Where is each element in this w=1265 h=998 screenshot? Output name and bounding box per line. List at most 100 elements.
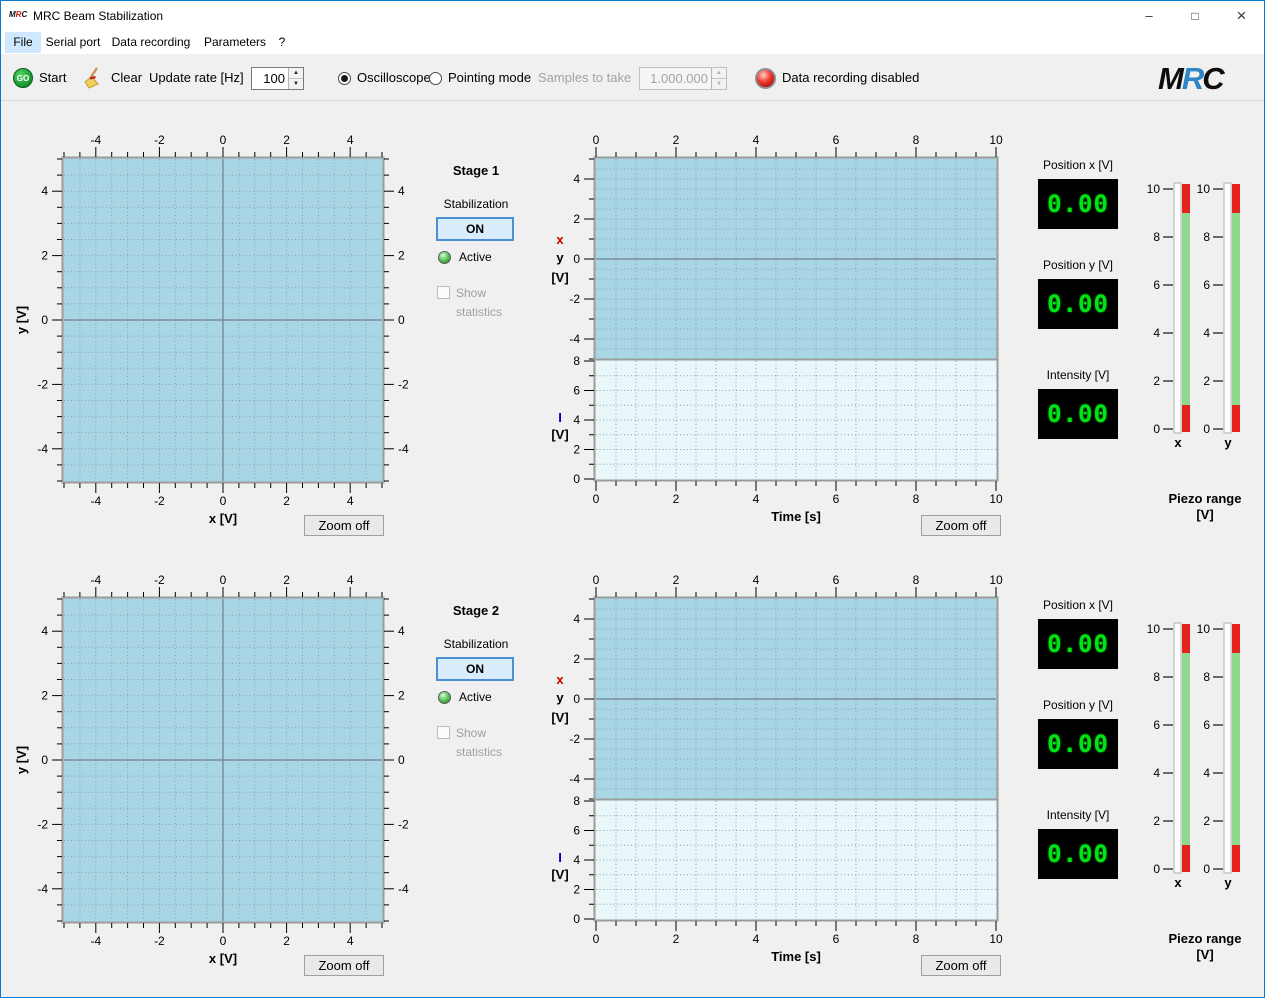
stage1-xy-zoom-off-button[interactable]: Zoom off xyxy=(304,515,384,536)
stage-2-section: -4-4-2-2002244-4-4-2-2002244x [V]y [V] Z… xyxy=(1,541,1265,981)
svg-text:2: 2 xyxy=(283,133,290,147)
menu-parameters[interactable]: Parameters xyxy=(199,32,271,53)
stage1-position-x-label: Position x [V] xyxy=(1013,158,1143,172)
svg-text:4: 4 xyxy=(1203,766,1210,780)
start-button[interactable]: Start xyxy=(39,70,66,85)
stage2-xy-plot[interactable]: -4-4-2-2002244-4-4-2-2002244x [V]y [V] xyxy=(11,556,421,973)
stage1-time-zoom-off-button[interactable]: Zoom off xyxy=(921,515,1001,536)
menu-data-recording[interactable]: Data recording xyxy=(105,32,197,53)
clear-button[interactable]: Clear xyxy=(111,70,142,85)
menu-bar: File Serial port Data recording Paramete… xyxy=(1,31,1264,54)
stage-1-section: -4-4-2-2002244-4-4-2-2002244x [V]y [V] Z… xyxy=(1,101,1265,541)
stage1-stabilization-on-button[interactable]: ON xyxy=(436,217,514,241)
stage2-piezo-range-title: Piezo range[V] xyxy=(1144,931,1265,963)
oscilloscope-radio[interactable] xyxy=(338,72,351,85)
start-icon[interactable]: GO xyxy=(13,68,33,88)
pointing-mode-radio[interactable] xyxy=(429,72,442,85)
svg-text:4: 4 xyxy=(1153,766,1160,780)
svg-text:10: 10 xyxy=(989,133,1003,147)
stage1-position-y-display: 0.00 xyxy=(1038,279,1118,329)
svg-text:6: 6 xyxy=(833,932,840,946)
svg-text:y [V]: y [V] xyxy=(14,746,29,774)
piezo-title-text: Piezo range xyxy=(1144,491,1265,507)
svg-text:8: 8 xyxy=(1203,670,1210,684)
stage2-xy-zoom-off-button[interactable]: Zoom off xyxy=(304,955,384,976)
stage2-time-zoom-off-button[interactable]: Zoom off xyxy=(921,955,1001,976)
svg-text:x [V]: x [V] xyxy=(209,951,237,966)
svg-text:0: 0 xyxy=(41,313,48,327)
main-area: -4-4-2-2002244-4-4-2-2002244x [V]y [V] Z… xyxy=(1,101,1264,997)
svg-text:6: 6 xyxy=(1203,718,1210,732)
oscilloscope-radio-label[interactable]: Oscilloscope xyxy=(357,70,431,85)
stage1-xy-time-plot[interactable]: 0246810-4-2024xy[V] xyxy=(536,116,1006,366)
svg-text:6: 6 xyxy=(833,133,840,147)
spin-down-icon[interactable]: ▼ xyxy=(289,79,303,89)
piezo-title-text: Piezo range xyxy=(1144,931,1265,947)
svg-text:4: 4 xyxy=(347,133,354,147)
stage2-position-x-label: Position x [V] xyxy=(1013,598,1143,612)
svg-text:-4: -4 xyxy=(90,133,101,147)
svg-text:8: 8 xyxy=(1153,230,1160,244)
menu-help[interactable]: ? xyxy=(273,32,291,53)
svg-text:2: 2 xyxy=(673,573,680,587)
samples-label: Samples to take xyxy=(538,70,631,85)
svg-text:0: 0 xyxy=(573,252,580,266)
stage2-intensity-time-plot[interactable]: 024681002468Time [s]I[V] xyxy=(536,786,1006,971)
svg-text:I: I xyxy=(558,850,562,865)
stage1-intensity-label: Intensity [V] xyxy=(1013,368,1143,382)
svg-text:[V]: [V] xyxy=(551,427,568,442)
minimize-button[interactable]: – xyxy=(1126,1,1172,31)
stage1-intensity-time-plot[interactable]: 024681002468Time [s]I[V] xyxy=(536,346,1006,531)
svg-text:[V]: [V] xyxy=(551,270,568,285)
maximize-button[interactable]: □ xyxy=(1172,1,1218,31)
svg-text:-4: -4 xyxy=(569,332,580,346)
stage1-xy-plot[interactable]: -4-4-2-2002244-4-4-2-2002244x [V]y [V] xyxy=(11,116,421,533)
svg-text:Time [s]: Time [s] xyxy=(771,949,821,964)
spin-down-icon: ▼ xyxy=(712,79,726,89)
svg-text:4: 4 xyxy=(753,492,760,506)
svg-text:-2: -2 xyxy=(398,817,409,831)
stage2-stabilization-on-button[interactable]: ON xyxy=(436,657,514,681)
spin-up-icon[interactable]: ▲ xyxy=(289,68,303,79)
svg-text:2: 2 xyxy=(398,249,405,263)
svg-text:-2: -2 xyxy=(569,732,580,746)
svg-text:0: 0 xyxy=(573,692,580,706)
menu-serial-port[interactable]: Serial port xyxy=(41,32,105,53)
svg-text:2: 2 xyxy=(1203,814,1210,828)
svg-text:-2: -2 xyxy=(154,133,165,147)
svg-text:10: 10 xyxy=(989,573,1003,587)
stage1-show-statistics-checkbox xyxy=(437,286,450,299)
stage2-stabilization-label: Stabilization xyxy=(421,637,531,651)
svg-text:2: 2 xyxy=(573,443,580,457)
window-title: MRC Beam Stabilization xyxy=(33,9,163,23)
svg-text:10: 10 xyxy=(1197,182,1211,196)
svg-text:2: 2 xyxy=(283,934,290,948)
svg-text:6: 6 xyxy=(1153,278,1160,292)
stage2-xy-time-plot[interactable]: 0246810-4-2024xy[V] xyxy=(536,556,1006,806)
update-rate-spinner[interactable]: 100 ▲▼ xyxy=(251,67,304,90)
svg-text:-2: -2 xyxy=(154,494,165,508)
svg-text:4: 4 xyxy=(1203,326,1210,340)
svg-text:-4: -4 xyxy=(90,494,101,508)
svg-text:4: 4 xyxy=(1153,326,1160,340)
svg-text:4: 4 xyxy=(573,612,580,626)
close-button[interactable]: × xyxy=(1218,1,1265,31)
svg-text:2: 2 xyxy=(673,492,680,506)
broom-icon[interactable] xyxy=(81,66,105,95)
stage2-active-label: Active xyxy=(459,690,492,704)
menu-file[interactable]: File xyxy=(5,32,41,53)
toolbar: GO Start Clear Update rate [Hz] 100 ▲▼ O… xyxy=(1,54,1264,101)
svg-text:x: x xyxy=(556,672,564,687)
stage2-position-y-display: 0.00 xyxy=(1038,719,1118,769)
samples-spinner: 1.000.000 ▲▼ xyxy=(639,67,727,90)
svg-text:2: 2 xyxy=(1203,374,1210,388)
stage2-show-statistics-label: Show statistics xyxy=(456,724,522,762)
svg-text:8: 8 xyxy=(1203,230,1210,244)
svg-text:2: 2 xyxy=(41,689,48,703)
svg-text:0: 0 xyxy=(398,313,405,327)
title-bar[interactable]: MRC MRC Beam Stabilization – □ × xyxy=(1,1,1264,31)
update-rate-label: Update rate [Hz] xyxy=(149,70,244,85)
pointing-mode-radio-label[interactable]: Pointing mode xyxy=(448,70,531,85)
svg-text:0: 0 xyxy=(41,753,48,767)
update-rate-value[interactable]: 100 xyxy=(252,68,288,89)
